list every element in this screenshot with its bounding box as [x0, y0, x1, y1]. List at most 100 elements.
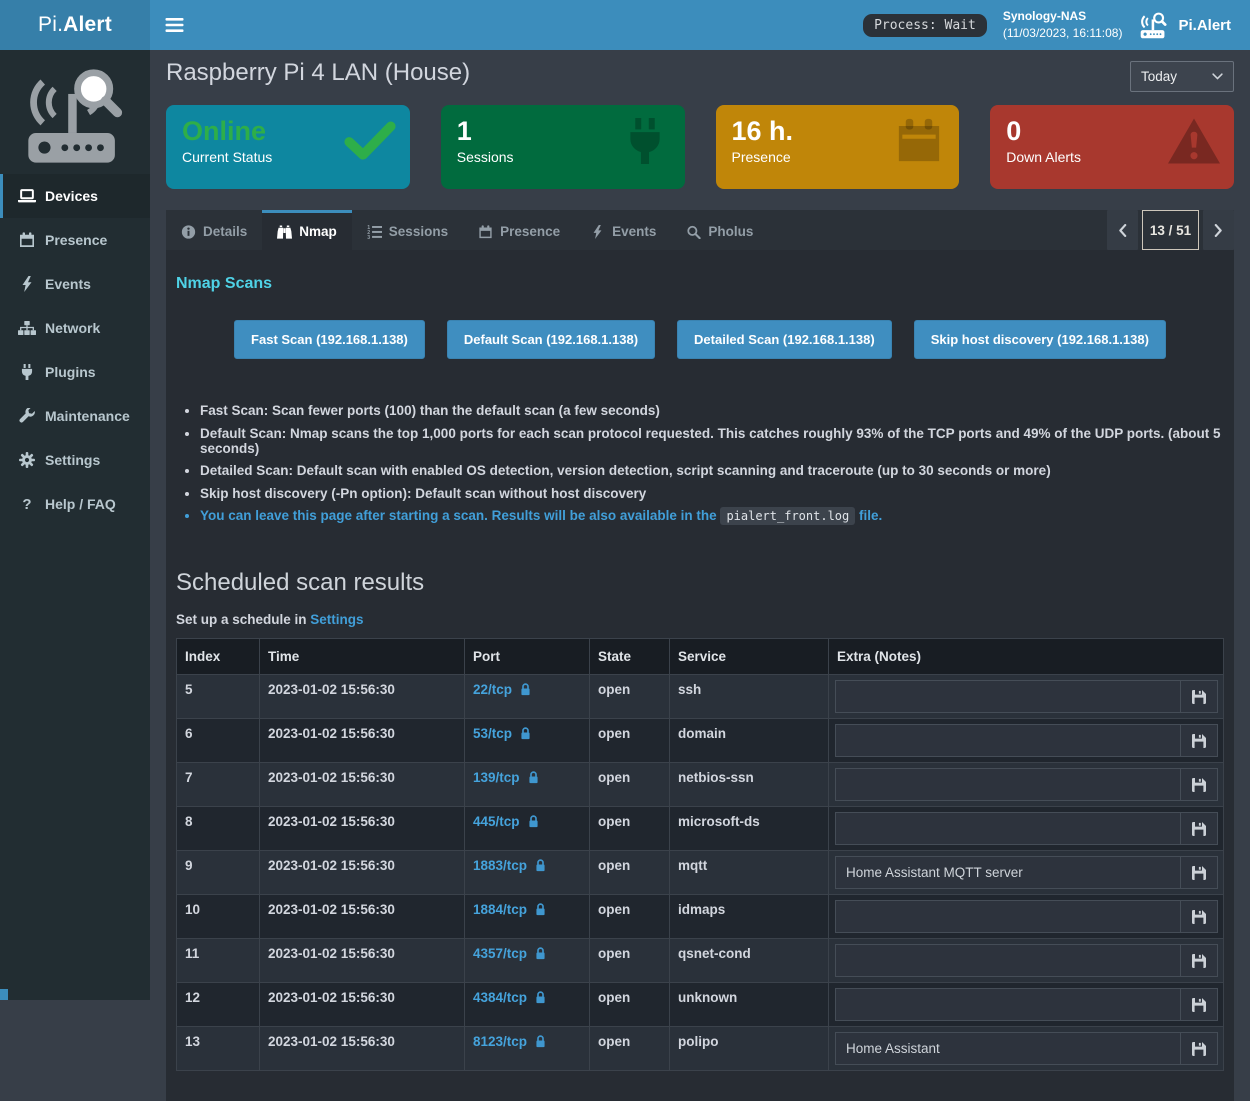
save-note-button[interactable]	[1181, 856, 1218, 889]
sidebar-item-settings[interactable]: Settings	[0, 438, 150, 482]
port-link-139-tcp[interactable]: 139/tcp	[473, 770, 539, 785]
plug-icon	[18, 364, 36, 380]
pialert-logo-icon	[19, 66, 131, 166]
note-input[interactable]	[835, 856, 1181, 889]
sidebar-item-label: Devices	[45, 188, 98, 204]
port-link-4357-tcp[interactable]: 4357/tcp	[473, 946, 546, 961]
navbar-right: Process: Wait Synology-NAS (11/03/2023, …	[863, 8, 1235, 42]
table-row: 8 2023-01-02 15:56:30 445/tcp open micro…	[177, 807, 1224, 851]
bolt-icon	[18, 276, 36, 292]
tab-label: Pholus	[708, 224, 753, 239]
check-icon	[344, 118, 396, 164]
scan-notes-extra: You can leave this page after starting a…	[180, 508, 1224, 523]
port-link-53-tcp[interactable]: 53/tcp	[473, 726, 531, 741]
chevron-down-icon	[1212, 73, 1223, 80]
sidebar-item-plugins[interactable]: Plugins	[0, 350, 150, 394]
note-input[interactable]	[835, 988, 1181, 1021]
save-note-button[interactable]	[1181, 768, 1218, 801]
tab-sessions[interactable]: 123 Sessions	[352, 210, 463, 250]
nas-timestamp: (11/03/2023, 16:11:08)	[1003, 26, 1123, 40]
cell-time: 2023-01-02 15:56:30	[260, 807, 465, 851]
tab-presence[interactable]: Presence	[463, 210, 575, 250]
port-label: 139/tcp	[473, 770, 520, 785]
scan-button-default-scan-192-168-1-138[interactable]: Default Scan (192.168.1.138)	[447, 320, 655, 359]
settings-link[interactable]: Settings	[310, 612, 363, 627]
cell-index: 13	[177, 1027, 260, 1071]
card-down-alerts: 0 Down Alerts	[990, 105, 1234, 189]
scan-button-detailed-scan-192-168-1-138[interactable]: Detailed Scan (192.168.1.138)	[677, 320, 892, 359]
save-note-button[interactable]	[1181, 680, 1218, 713]
sidebar-item-events[interactable]: Events	[0, 262, 150, 306]
sidebar-item-label: Network	[45, 320, 100, 336]
scan-results-table: IndexTimePortStateServiceExtra (Notes) 5…	[176, 638, 1224, 1071]
note-input-group	[835, 944, 1218, 977]
note-input[interactable]	[835, 812, 1181, 845]
next-device-button[interactable]	[1203, 210, 1234, 250]
port-link-4384-tcp[interactable]: 4384/tcp	[473, 990, 546, 1005]
cell-service: mqtt	[670, 851, 829, 895]
scan-note: Detailed Scan: Default scan with enabled…	[200, 463, 1224, 478]
note-input[interactable]	[835, 1032, 1181, 1065]
cell-state: open	[590, 807, 670, 851]
port-label: 445/tcp	[473, 814, 520, 829]
tab-details[interactable]: Details	[166, 210, 262, 250]
save-note-button[interactable]	[1181, 724, 1218, 757]
sidebar-item-help-faq[interactable]: ? Help / FAQ	[0, 482, 150, 526]
bolt-icon	[590, 225, 605, 239]
calendar-icon	[478, 225, 493, 239]
save-note-button[interactable]	[1181, 988, 1218, 1021]
note-input[interactable]	[835, 944, 1181, 977]
scheduled-results-title: Scheduled scan results	[176, 569, 1224, 597]
scan-button-skip-host-discovery-192-168-1-138[interactable]: Skip host discovery (192.168.1.138)	[914, 320, 1166, 359]
cell-state: open	[590, 851, 670, 895]
navbar-brand[interactable]: Pi.Alert	[1138, 12, 1235, 39]
tab-nmap[interactable]: Nmap	[262, 210, 352, 250]
note-input-group	[835, 988, 1218, 1021]
laptop-icon	[18, 188, 36, 204]
prev-device-button[interactable]	[1107, 210, 1138, 250]
lock-icon	[528, 771, 539, 784]
tab-events[interactable]: Events	[575, 210, 671, 250]
log-file-chip: pialert_front.log	[720, 507, 855, 525]
cell-state: open	[590, 763, 670, 807]
menu-toggle[interactable]	[165, 18, 184, 32]
note-input[interactable]	[835, 900, 1181, 933]
table-row: 13 2023-01-02 15:56:30 8123/tcp open pol…	[177, 1027, 1224, 1071]
cell-index: 12	[177, 983, 260, 1027]
save-note-button[interactable]	[1181, 900, 1218, 933]
cell-note	[829, 763, 1224, 807]
save-note-button[interactable]	[1181, 944, 1218, 977]
cell-note	[829, 851, 1224, 895]
schedule-hint: Set up a schedule in Settings	[176, 612, 1224, 627]
note-input[interactable]	[835, 724, 1181, 757]
sidebar-item-label: Maintenance	[45, 408, 130, 424]
cell-index: 6	[177, 719, 260, 763]
port-link-22-tcp[interactable]: 22/tcp	[473, 682, 531, 697]
period-select[interactable]: Today	[1130, 61, 1234, 92]
port-link-1884-tcp[interactable]: 1884/tcp	[473, 902, 546, 917]
save-note-button[interactable]	[1181, 1032, 1218, 1065]
app-logo[interactable]: Pi.Alert	[0, 0, 150, 50]
save-note-button[interactable]	[1181, 812, 1218, 845]
lock-icon	[520, 727, 531, 740]
tab-pholus[interactable]: Pholus	[671, 210, 768, 250]
save-icon	[1192, 822, 1206, 836]
brand-suffix: Alert	[63, 13, 112, 37]
sidebar-menu: Devices Presence Events Network Plugins	[0, 174, 150, 526]
sidebar-item-presence[interactable]: Presence	[0, 218, 150, 262]
scan-button-fast-scan-192-168-1-138[interactable]: Fast Scan (192.168.1.138)	[234, 320, 425, 359]
sidebar-item-maintenance[interactable]: Maintenance	[0, 394, 150, 438]
port-link-1883-tcp[interactable]: 1883/tcp	[473, 858, 546, 873]
note-input[interactable]	[835, 680, 1181, 713]
gear-icon	[18, 452, 36, 468]
port-label: 1883/tcp	[473, 858, 527, 873]
sidebar-item-network[interactable]: Network	[0, 306, 150, 350]
note-input-group	[835, 900, 1218, 933]
table-row: 9 2023-01-02 15:56:30 1883/tcp open mqtt	[177, 851, 1224, 895]
sidebar-item-devices[interactable]: Devices	[0, 174, 150, 218]
port-link-8123-tcp[interactable]: 8123/tcp	[473, 1034, 546, 1049]
column-header: Port	[465, 639, 590, 675]
port-link-445-tcp[interactable]: 445/tcp	[473, 814, 539, 829]
cell-port: 1883/tcp	[465, 851, 590, 895]
note-input[interactable]	[835, 768, 1181, 801]
